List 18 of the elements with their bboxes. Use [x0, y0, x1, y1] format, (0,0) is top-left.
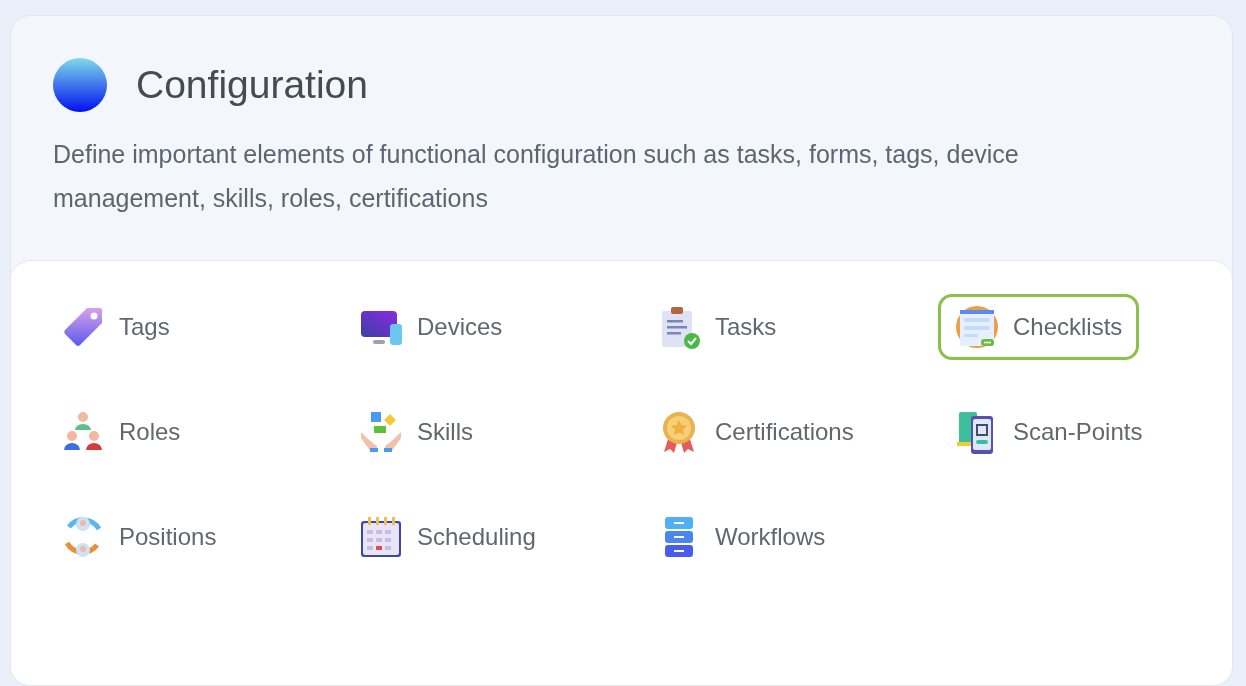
puzzle-hands-icon — [359, 410, 403, 454]
checklist-icon — [955, 305, 999, 349]
page-description: Define important elements of functional configuration such as tasks, forms, tags, device management, skills, roles, certifications — [53, 139, 1020, 214]
menu-link[interactable]: Scheduling — [342, 504, 553, 570]
menu-link[interactable]: Roles — [44, 399, 198, 465]
menu-link[interactable]: Positions — [44, 504, 234, 570]
gradient-circle-icon — [53, 58, 107, 112]
page-title: Configuration — [136, 63, 368, 107]
menu-link[interactable]: Tags — [44, 294, 187, 360]
calendar-icon — [359, 515, 403, 559]
tag-icon — [61, 305, 105, 349]
menu-link[interactable]: Tasks — [640, 294, 794, 360]
menu-link[interactable]: Skills — [342, 399, 490, 465]
menu-link[interactable]: Scan-Points — [938, 399, 1160, 465]
menu-link[interactable]: Certifications — [640, 399, 871, 465]
menu-link[interactable]: Checklists — [938, 294, 1140, 360]
menu-link[interactable]: Workflows — [640, 504, 843, 570]
menu-link[interactable]: Devices — [342, 294, 520, 360]
